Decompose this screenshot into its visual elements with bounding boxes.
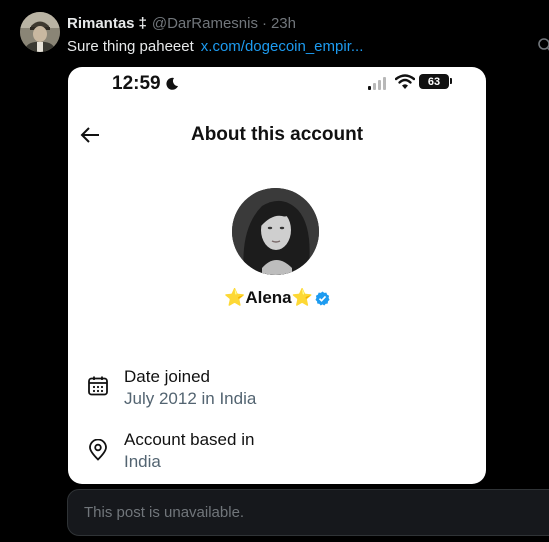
tweet-header: Rimantas ‡ @DarRamesnis · 23h bbox=[67, 13, 296, 33]
date-joined-label: Date joined bbox=[124, 367, 211, 386]
unavailable-post-text: This post is unavailable. bbox=[84, 504, 245, 521]
tweet-timestamp[interactable]: 23h bbox=[271, 15, 296, 32]
embedded-screenshot[interactable]: 12:59 63 About this account ⭐Alena⭐ Date… bbox=[68, 67, 486, 484]
tweet-body-text: Sure thing paheeet bbox=[67, 37, 194, 55]
moon-icon bbox=[166, 77, 178, 90]
profile-name-row: ⭐Alena⭐ bbox=[68, 286, 486, 310]
battery-level: 63 bbox=[427, 75, 441, 88]
tweet-page: Rimantas ‡ @DarRamesnis · 23h Sure thing… bbox=[0, 0, 549, 542]
tweet-text: Sure thing paheeet x.com/dogecoin_empir.… bbox=[67, 36, 363, 56]
avatar-image bbox=[20, 12, 60, 52]
author-display-name[interactable]: Rimantas bbox=[67, 15, 135, 32]
unavailable-post-notice: This post is unavailable. bbox=[67, 489, 549, 536]
date-joined-value: July 2012 in India bbox=[124, 389, 257, 408]
author-name-badge: ‡ bbox=[138, 14, 147, 32]
separator-dot: · bbox=[261, 14, 267, 32]
about-page-title: About this account bbox=[190, 124, 364, 145]
profile-photo-image bbox=[232, 188, 319, 275]
signal-icon bbox=[368, 77, 386, 90]
author-avatar[interactable] bbox=[20, 12, 60, 52]
profile-photo bbox=[232, 188, 319, 275]
status-time-text: 12:59 bbox=[112, 73, 161, 94]
profile-name: ⭐Alena⭐ bbox=[224, 288, 313, 307]
account-based-in-label: Account based in bbox=[124, 430, 255, 449]
verified-badge-icon bbox=[315, 290, 330, 306]
account-based-in-value: India bbox=[124, 452, 161, 471]
calendar-icon bbox=[88, 376, 108, 396]
search-icon[interactable] bbox=[537, 38, 549, 54]
tweet-link[interactable]: x.com/dogecoin_empir... bbox=[201, 38, 364, 55]
wifi-icon bbox=[395, 74, 415, 89]
status-bar-time: 12:59 bbox=[112, 71, 179, 97]
battery-tip bbox=[450, 78, 452, 84]
author-handle[interactable]: @DarRamesnis bbox=[152, 15, 258, 32]
battery-icon: 63 bbox=[419, 74, 449, 89]
location-pin-icon bbox=[89, 439, 107, 461]
